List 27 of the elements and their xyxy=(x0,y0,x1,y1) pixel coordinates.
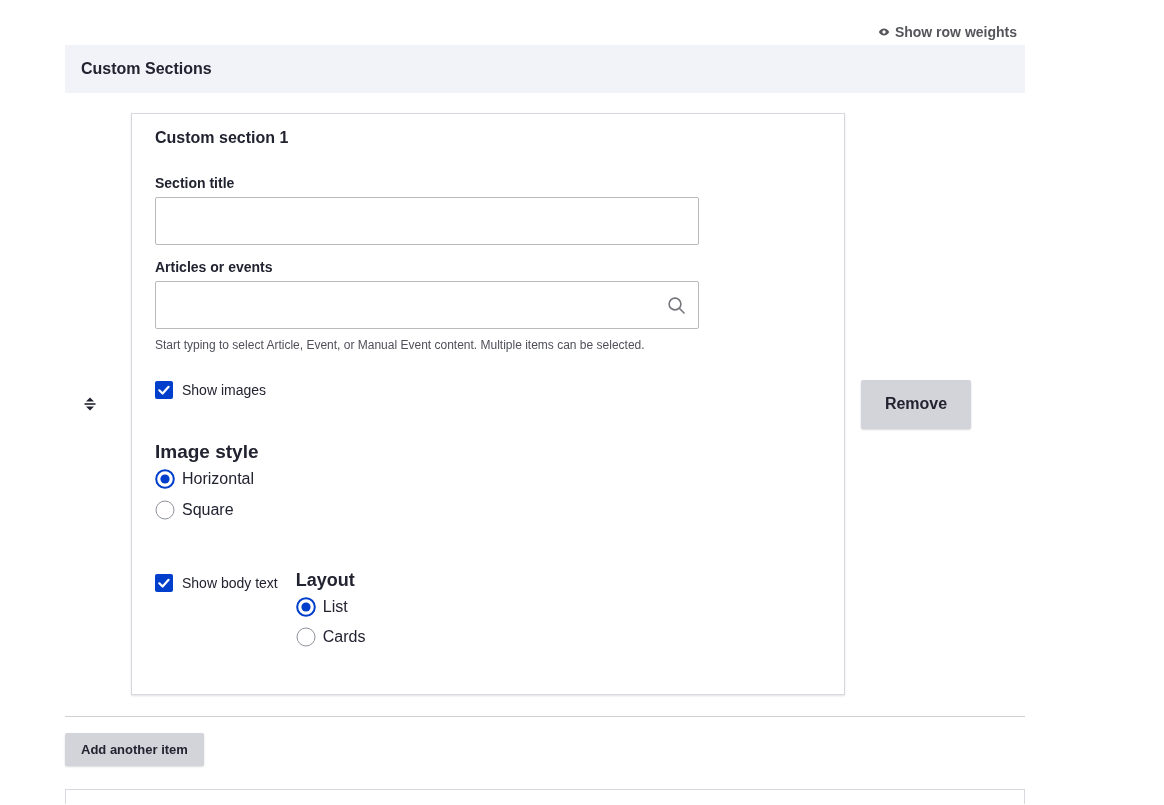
radio-label[interactable]: Horizontal xyxy=(182,467,255,491)
radio-label[interactable]: Cards xyxy=(322,625,366,649)
eye-icon xyxy=(877,28,890,36)
search-icon xyxy=(668,296,685,314)
fieldset-legend: Image style xyxy=(155,440,821,464)
field-label: Section title xyxy=(155,174,236,192)
fieldset-legend: Layout xyxy=(295,569,366,591)
radio-button[interactable] xyxy=(295,627,316,647)
checkbox[interactable] xyxy=(155,574,173,592)
radio-label[interactable]: List xyxy=(322,595,348,619)
section-heading: Custom section 1 xyxy=(155,128,290,148)
remove-button[interactable]: Remove xyxy=(861,379,971,429)
field-description: Start typing to select Article, Event, or Manual Event content. Multiple items can be selected. xyxy=(155,337,646,353)
text-field[interactable] xyxy=(155,197,699,245)
checkbox[interactable] xyxy=(155,381,173,399)
checkbox-label[interactable]: Show images xyxy=(182,380,267,400)
radio-label[interactable]: Square xyxy=(182,498,234,522)
show-row-weights-link[interactable]: Show row weights xyxy=(877,22,1017,42)
field-label: Articles or events xyxy=(155,258,274,276)
radio-button[interactable] xyxy=(155,500,175,520)
autocomplete-field[interactable] xyxy=(155,281,699,329)
radio-button[interactable] xyxy=(295,597,316,617)
add-another-item-button[interactable]: Add another item xyxy=(65,733,204,766)
checkbox-label[interactable]: Show body text xyxy=(182,573,278,593)
drag-handle-icon[interactable] xyxy=(84,397,96,411)
radio-button[interactable] xyxy=(155,469,175,489)
table-header-title: Custom Sections xyxy=(81,60,212,78)
